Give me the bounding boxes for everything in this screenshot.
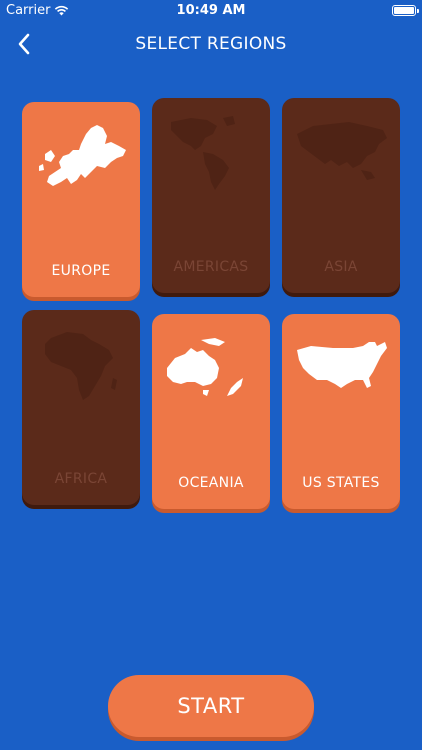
region-label: ASIA bbox=[324, 259, 358, 275]
region-card-us-states[interactable]: US STATES bbox=[282, 314, 400, 509]
region-card-europe[interactable]: EUROPE bbox=[22, 102, 140, 297]
region-card-americas[interactable]: AMERICAS bbox=[152, 98, 270, 293]
region-card-africa[interactable]: AFRICA bbox=[22, 310, 140, 505]
region-label: AMERICAS bbox=[173, 259, 249, 275]
oceania-map-icon bbox=[167, 338, 243, 396]
battery-fill bbox=[394, 7, 414, 14]
region-label: US STATES bbox=[302, 475, 380, 491]
europe-map-icon bbox=[39, 125, 126, 186]
region-card-asia[interactable]: ASIA bbox=[282, 98, 400, 293]
region-card-oceania[interactable]: OCEANIA bbox=[152, 314, 270, 509]
nav-bar: SELECT REGIONS bbox=[0, 22, 422, 66]
americas-map-icon bbox=[171, 116, 235, 190]
status-bar: Carrier 10:49 AM bbox=[0, 0, 422, 22]
start-button-label: START bbox=[177, 694, 245, 718]
start-button[interactable]: START bbox=[108, 675, 314, 737]
status-time: 10:49 AM bbox=[176, 3, 246, 18]
region-label: OCEANIA bbox=[178, 475, 244, 491]
africa-map-icon bbox=[45, 332, 117, 400]
region-label: EUROPE bbox=[51, 263, 111, 279]
us-states-map-icon bbox=[297, 342, 387, 388]
battery-icon bbox=[392, 5, 419, 16]
page-title: SELECT REGIONS bbox=[135, 34, 287, 54]
asia-map-icon bbox=[297, 122, 387, 180]
region-label: AFRICA bbox=[54, 471, 108, 487]
